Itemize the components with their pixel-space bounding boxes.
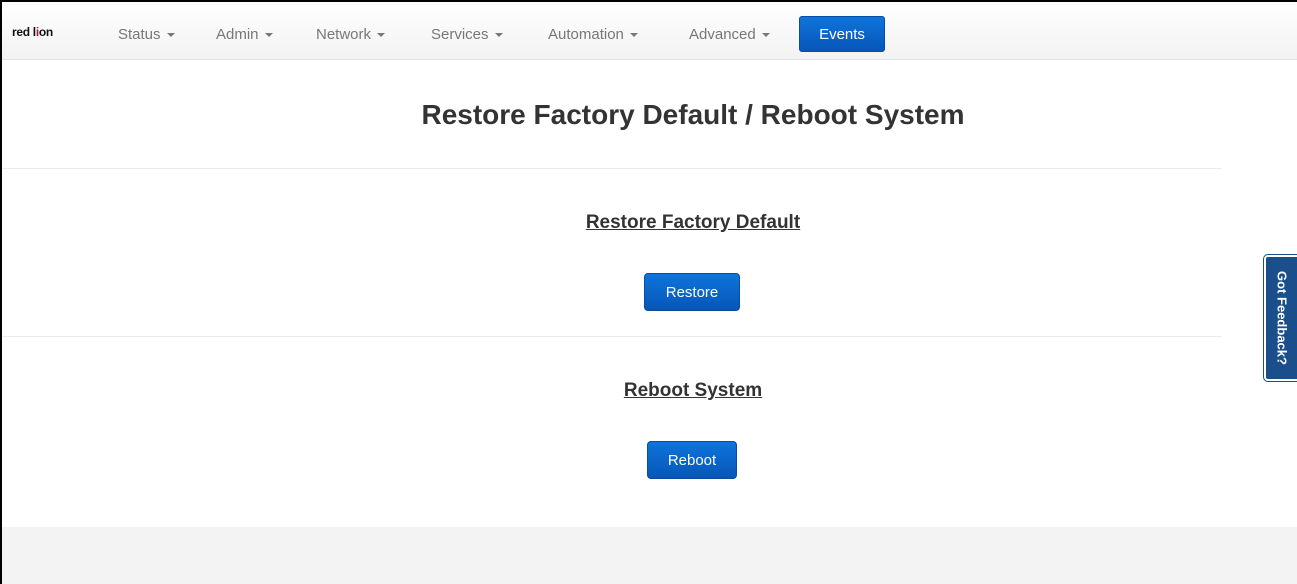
caret-down-icon <box>494 33 503 37</box>
nav-advanced-menu[interactable]: Advanced <box>689 26 770 43</box>
nav-label: Network <box>316 26 372 43</box>
nav-label: Automation <box>548 26 624 43</box>
divider <box>2 336 1222 337</box>
got-feedback-tab[interactable]: Got Feedback? <box>1264 255 1297 381</box>
reboot-button[interactable]: Reboot <box>647 441 737 479</box>
top-navbar: red lion Status Admin Network Services A… <box>2 2 1297 60</box>
caret-down-icon <box>761 33 770 37</box>
nav-network-menu[interactable]: Network <box>316 26 386 43</box>
main-content: Restore Factory Default / Reboot System … <box>2 60 1297 527</box>
nav-label: Status <box>118 26 161 43</box>
events-button[interactable]: Events <box>799 16 885 52</box>
restore-section-title: Restore Factory Default <box>585 212 801 233</box>
nav-label: Admin <box>216 26 259 43</box>
caret-down-icon <box>166 33 175 37</box>
reboot-section-title: Reboot System <box>623 380 763 401</box>
nav-services-menu[interactable]: Services <box>431 26 503 43</box>
caret-down-icon <box>377 33 386 37</box>
divider <box>2 168 1222 169</box>
restore-button[interactable]: Restore <box>644 273 740 311</box>
caret-down-icon <box>264 33 273 37</box>
app-frame: red lion Status Admin Network Services A… <box>0 0 1297 584</box>
nav-automation-menu[interactable]: Automation <box>548 26 638 43</box>
nav-label: Advanced <box>689 26 756 43</box>
nav-status-menu[interactable]: Status <box>118 26 175 43</box>
caret-down-icon <box>629 33 638 37</box>
feedback-label: Got Feedback? <box>1274 271 1290 365</box>
red-lion-logo[interactable]: red lion <box>12 25 53 39</box>
page-title: Restore Factory Default / Reboot System <box>421 99 965 130</box>
nav-label: Services <box>431 26 489 43</box>
nav-admin-menu[interactable]: Admin <box>216 26 273 43</box>
